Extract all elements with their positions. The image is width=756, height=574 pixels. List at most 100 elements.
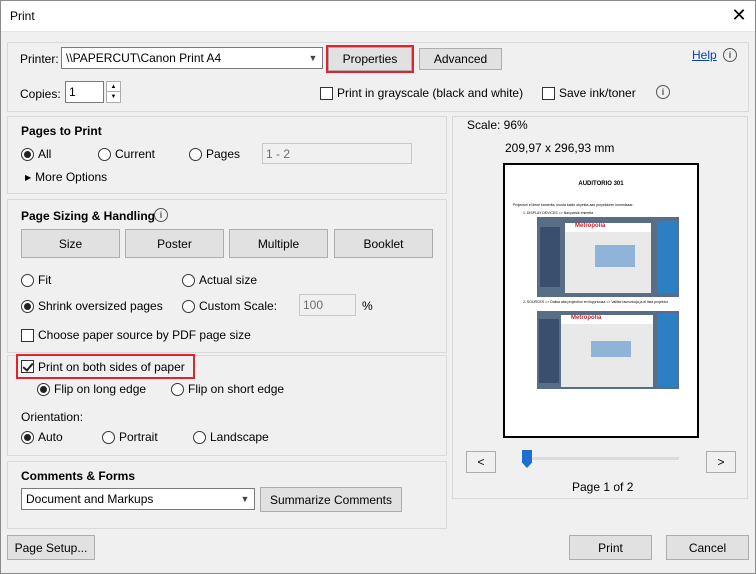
flip-short-option[interactable]: Flip on short edge (171, 382, 284, 396)
doc-photo-1: Metropolia (537, 217, 679, 297)
save-ink-option[interactable]: Save ink/toner (542, 86, 636, 100)
more-options-toggle[interactable]: ▶ More Options (25, 170, 107, 184)
all-label: All (38, 147, 52, 161)
page-preview: AUDITORIO 301 Projectori ei tiene kameri… (503, 163, 699, 438)
pages-range-value: 1 - 2 (266, 147, 291, 161)
doc-logo: Metropolia (565, 223, 651, 232)
custom-scale-input[interactable]: 100 (299, 294, 356, 316)
more-options-label: More Options (35, 170, 108, 184)
photo-panel (540, 227, 560, 287)
close-icon[interactable]: ✕ (728, 4, 750, 26)
help-link[interactable]: Help (692, 48, 717, 62)
sizing-heading: Page Sizing & Handling (21, 209, 156, 223)
percent-label: % (362, 299, 373, 313)
scale-label: Scale: 96% (467, 118, 528, 132)
multiple-button[interactable]: Multiple (229, 229, 328, 258)
radio-current[interactable] (98, 147, 111, 161)
dimensions-label: 209,97 x 296,93 mm (505, 141, 615, 155)
pages-range-input[interactable]: 1 - 2 (262, 143, 412, 164)
prev-page-button[interactable]: < (466, 451, 496, 473)
choose-source-checkbox[interactable] (21, 328, 34, 342)
radio-all-option[interactable]: All (21, 147, 51, 161)
pages-label: Pages (206, 147, 241, 161)
doc-logo: Metropolia (561, 315, 653, 324)
save-ink-checkbox[interactable] (542, 86, 555, 100)
radio-custom-scale[interactable] (182, 299, 195, 313)
custom-scale-option[interactable]: Custom Scale: (182, 299, 277, 313)
radio-actual-size[interactable] (182, 273, 195, 287)
copies-label: Copies: (20, 87, 61, 101)
copies-stepper[interactable]: ▲ ▼ (106, 81, 121, 103)
shrink-label: Shrink oversized pages (38, 299, 163, 313)
radio-current-option[interactable]: Current (98, 147, 155, 161)
title-bar: Print ✕ (0, 0, 756, 32)
info-icon[interactable]: i (656, 85, 670, 99)
page-setup-button[interactable]: Page Setup... (7, 535, 95, 560)
comments-value: Document and Markups (26, 492, 154, 506)
radio-fit[interactable] (21, 273, 34, 287)
stepper-down-icon[interactable]: ▼ (107, 92, 120, 102)
info-icon[interactable]: i (723, 48, 737, 62)
photo-screen: Metropolia (561, 315, 653, 387)
size-button[interactable]: Size (21, 229, 120, 258)
info-icon[interactable]: i (154, 208, 168, 222)
doc-step2: 2. SOURCES => Dalisa alta projection en … (523, 300, 668, 304)
duplex-option[interactable]: Print on both sides of paper (16, 354, 195, 379)
copies-value: 1 (69, 85, 76, 99)
photo-panel (657, 313, 677, 387)
poster-button[interactable]: Poster (125, 229, 224, 258)
actual-size-option[interactable]: Actual size (182, 273, 257, 287)
next-page-button[interactable]: > (706, 451, 736, 473)
actual-size-label: Actual size (199, 273, 258, 287)
radio-pages-option[interactable]: Pages (189, 147, 240, 161)
radio-portrait[interactable] (102, 430, 115, 444)
radio-pages[interactable] (189, 147, 202, 161)
radio-flip-short[interactable] (171, 382, 184, 396)
stepper-up-icon[interactable]: ▲ (107, 82, 120, 92)
photo-block (595, 245, 635, 267)
doc-intro: Projectori ei tiene kamerita, musta kabl… (513, 203, 634, 207)
custom-scale-label: Custom Scale: (199, 299, 278, 313)
triangle-right-icon: ▶ (25, 172, 32, 182)
duplex-checkbox[interactable] (21, 360, 34, 373)
properties-button[interactable]: Properties (326, 45, 414, 73)
grayscale-label: Print in grayscale (black and white) (337, 86, 524, 100)
radio-auto[interactable] (21, 430, 34, 444)
landscape-option[interactable]: Landscape (193, 430, 269, 444)
chevron-down-icon: ▼ (308, 53, 318, 63)
auto-label: Auto (38, 430, 63, 444)
duplex-label: Print on both sides of paper (38, 359, 185, 374)
fit-label: Fit (38, 273, 52, 287)
auto-option[interactable]: Auto (21, 430, 63, 444)
cancel-button[interactable]: Cancel (666, 535, 749, 560)
portrait-option[interactable]: Portrait (102, 430, 158, 444)
fit-option[interactable]: Fit (21, 273, 51, 287)
page-indicator: Page 1 of 2 (572, 480, 634, 494)
advanced-button[interactable]: Advanced (419, 48, 502, 70)
shrink-option[interactable]: Shrink oversized pages (21, 299, 163, 313)
copies-input[interactable]: 1 (65, 81, 104, 103)
photo-block (591, 341, 631, 357)
page-slider-track[interactable] (527, 457, 679, 460)
radio-flip-long[interactable] (37, 382, 50, 396)
choose-source-label: Choose paper source by PDF page size (38, 328, 251, 342)
grayscale-checkbox[interactable] (320, 86, 333, 100)
printer-select[interactable]: \\PAPERCUT\Canon Print A4 ▼ (61, 47, 323, 69)
orientation-label: Orientation: (21, 410, 84, 424)
photo-panel (539, 319, 559, 383)
radio-shrink[interactable] (21, 299, 34, 313)
doc-photo-2: Metropolia (537, 311, 679, 389)
grayscale-option[interactable]: Print in grayscale (black and white) (320, 86, 523, 100)
window-title: Print (10, 9, 35, 23)
booklet-button[interactable]: Booklet (334, 229, 433, 258)
printer-label: Printer: (20, 52, 59, 66)
photo-panel (657, 221, 677, 293)
radio-all[interactable] (21, 147, 34, 161)
printer-value: \\PAPERCUT\Canon Print A4 (66, 51, 222, 65)
doc-step1: 1. DISPLAY DEVICES => Navyvesik enimeta (523, 211, 594, 215)
flip-long-option[interactable]: Flip on long edge (37, 382, 146, 396)
radio-landscape[interactable] (193, 430, 206, 444)
choose-source-option[interactable]: Choose paper source by PDF page size (21, 328, 251, 342)
print-button[interactable]: Print (569, 535, 652, 560)
photo-screen: Metropolia (565, 223, 651, 293)
